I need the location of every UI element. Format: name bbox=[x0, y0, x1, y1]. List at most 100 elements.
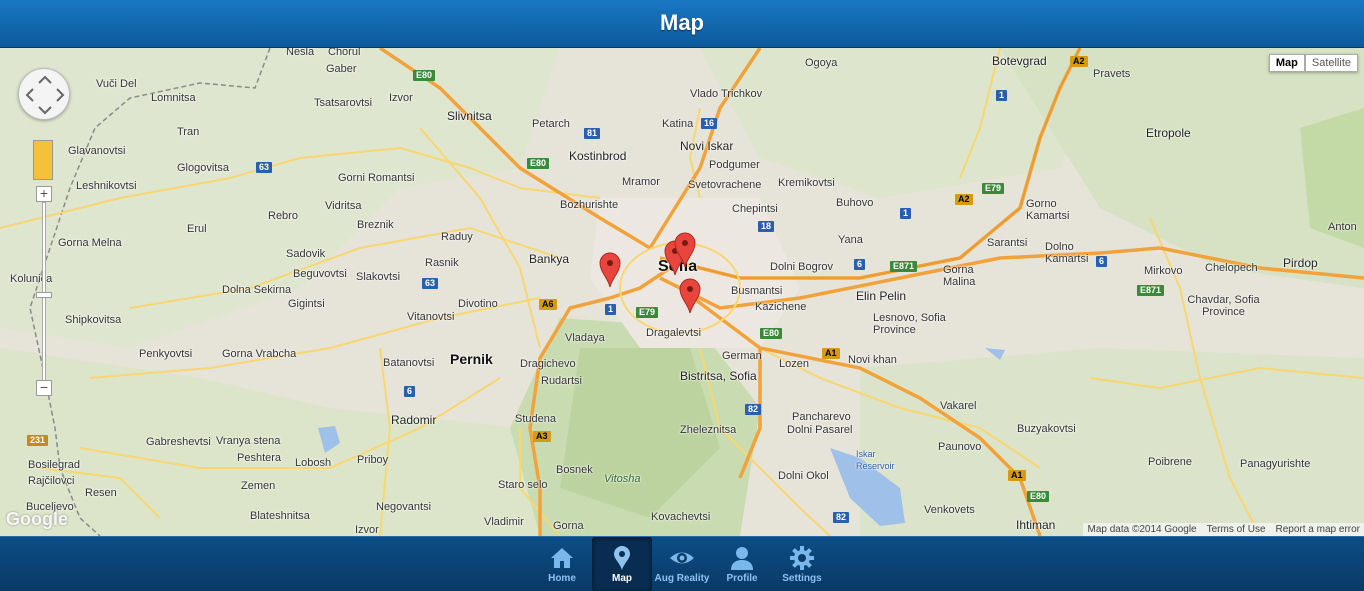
place-label: Tran bbox=[177, 126, 200, 138]
place-label: Lomnitsa bbox=[151, 92, 196, 104]
place-label: Gorni Romantsi bbox=[338, 172, 415, 184]
map-data-credit: Map data ©2014 Google bbox=[1087, 524, 1197, 535]
map-view[interactable]: Nesla Chorul Gaber Vuči Del Lomnitsa Tsa… bbox=[0, 48, 1364, 536]
place-label: Negovantsi bbox=[376, 501, 432, 513]
place-label: Poibrene bbox=[1148, 456, 1193, 468]
place-label: Peshtera bbox=[237, 452, 282, 464]
road-shield: 1 bbox=[605, 304, 617, 315]
place-label: Zheleznitsa bbox=[680, 424, 737, 436]
place-label: Beguvovtsi bbox=[293, 268, 347, 280]
place-label: Pravets bbox=[1093, 68, 1131, 80]
place-label: Mirkovo bbox=[1144, 265, 1183, 277]
tab-map[interactable]: Map bbox=[592, 537, 652, 591]
road-shield: E80 bbox=[1027, 491, 1050, 502]
page-title: Map bbox=[660, 10, 704, 35]
place-label: Bistritsa, Sofia bbox=[680, 369, 757, 383]
tab-label: Aug Reality bbox=[654, 573, 710, 584]
road-shield: E79 bbox=[636, 307, 659, 318]
place-label: Pancharevo bbox=[792, 411, 851, 423]
place-label: Sarantsi bbox=[987, 237, 1028, 249]
map-marker[interactable] bbox=[674, 232, 696, 268]
tab-label: Profile bbox=[726, 573, 758, 584]
road-shield: 16 bbox=[701, 118, 718, 129]
place-label: Buhovo bbox=[836, 197, 874, 209]
place-label: Rajčilovci bbox=[28, 475, 75, 487]
place-label: Botevgrad bbox=[992, 54, 1047, 68]
map-marker[interactable] bbox=[599, 252, 621, 288]
road-shield: A1 bbox=[822, 348, 840, 359]
zoom-out-button[interactable]: − bbox=[36, 380, 52, 396]
pan-control[interactable] bbox=[18, 68, 70, 120]
map-type-map-button[interactable]: Map bbox=[1268, 54, 1305, 72]
place-label: Busmantsi bbox=[731, 285, 783, 297]
place-label: Sadovik bbox=[286, 248, 326, 260]
place-label: Slakovtsi bbox=[356, 271, 401, 283]
road-shield: 63 bbox=[422, 278, 439, 289]
map-attribution: Map data ©2014 Google Terms of Use Repor… bbox=[1083, 523, 1364, 536]
place-label: Bankya bbox=[529, 252, 570, 266]
place-label: Bosnek bbox=[556, 464, 593, 476]
place-label: Gorna Melna bbox=[58, 237, 122, 249]
place-label: Vidritsa bbox=[325, 200, 362, 212]
place-label: Gaber bbox=[326, 63, 357, 75]
place-label: Blateshnitsa bbox=[250, 510, 310, 522]
place-label: Vitosha bbox=[604, 473, 641, 485]
place-label: Penkyovtsi bbox=[139, 348, 193, 360]
place-label: Lobosh bbox=[295, 457, 332, 469]
place-label: Rasnik bbox=[425, 257, 459, 269]
place-label: Staro selo bbox=[498, 479, 548, 491]
place-label: Vlado Trichkov bbox=[690, 88, 763, 100]
road-shield: A6 bbox=[539, 299, 557, 310]
place-label: Svetovrachene bbox=[688, 179, 762, 191]
place-label: Etropole bbox=[1146, 126, 1191, 140]
place-label: Chepintsi bbox=[732, 203, 778, 215]
report-map-error-link[interactable]: Report a map error bbox=[1276, 524, 1360, 535]
tab-label: Home bbox=[548, 573, 576, 584]
map-marker[interactable] bbox=[679, 278, 701, 314]
zoom-in-button[interactable]: + bbox=[36, 186, 52, 202]
tab-label: Map bbox=[612, 573, 632, 584]
road-shield: 231 bbox=[27, 435, 49, 446]
profile-icon bbox=[731, 547, 753, 570]
gear-icon bbox=[790, 546, 814, 570]
place-label: Chorul bbox=[328, 48, 361, 58]
place-label: Buzyakovtsi bbox=[1017, 423, 1076, 435]
road-shield: 6 bbox=[1096, 256, 1108, 267]
zoom-slider-handle[interactable] bbox=[36, 292, 52, 298]
map-type-control: Map Satellite bbox=[1268, 54, 1358, 72]
street-view-pegman-icon[interactable] bbox=[33, 140, 53, 180]
place-label: Priboy bbox=[357, 454, 389, 466]
place-label: Vuči Del bbox=[96, 78, 137, 90]
place-label: Glavanovtsi bbox=[68, 145, 126, 157]
place-label: Dolni Bogrov bbox=[770, 261, 833, 273]
tab-profile[interactable]: Profile bbox=[712, 537, 772, 591]
place-label: Leshnikovtsi bbox=[76, 180, 137, 192]
place-label: Lesnovo, Sofia Province bbox=[873, 312, 946, 336]
place-label: Izvor bbox=[355, 524, 379, 536]
terms-of-use-link[interactable]: Terms of Use bbox=[1207, 524, 1266, 535]
place-label: Nesla bbox=[286, 48, 315, 58]
tab-aug-reality[interactable]: Aug Reality bbox=[652, 537, 712, 591]
place-label: Zemen bbox=[241, 480, 276, 492]
google-logo[interactable]: Google bbox=[6, 509, 68, 530]
place-label: Vladimir bbox=[484, 516, 524, 528]
zoom-control: + − bbox=[36, 186, 52, 404]
map-type-satellite-button[interactable]: Satellite bbox=[1304, 54, 1358, 72]
place-label: Chelopech bbox=[1205, 262, 1258, 274]
place-label: Shipkovitsa bbox=[65, 314, 122, 326]
place-label: Pirdop bbox=[1283, 256, 1318, 270]
tab-home[interactable]: Home bbox=[532, 537, 592, 591]
road-shield: 18 bbox=[758, 221, 775, 232]
road-shield: E80 bbox=[527, 158, 550, 169]
place-label: Panagyurishte bbox=[1240, 458, 1311, 470]
place-label: Kovachevtsi bbox=[651, 511, 711, 523]
place-label: Dolni Pasarel bbox=[787, 424, 853, 436]
place-label: Gorno Kamartsi bbox=[1026, 198, 1070, 222]
place-label: Bozhurishte bbox=[560, 199, 619, 211]
place-label: Vladaya bbox=[565, 332, 605, 344]
place-label: Gorna Malina bbox=[943, 264, 976, 288]
tab-settings[interactable]: Settings bbox=[772, 537, 832, 591]
place-label: Mramor bbox=[622, 176, 660, 188]
place-label: Podgumer bbox=[709, 159, 760, 171]
place-label: Kremikovtsi bbox=[778, 177, 835, 189]
